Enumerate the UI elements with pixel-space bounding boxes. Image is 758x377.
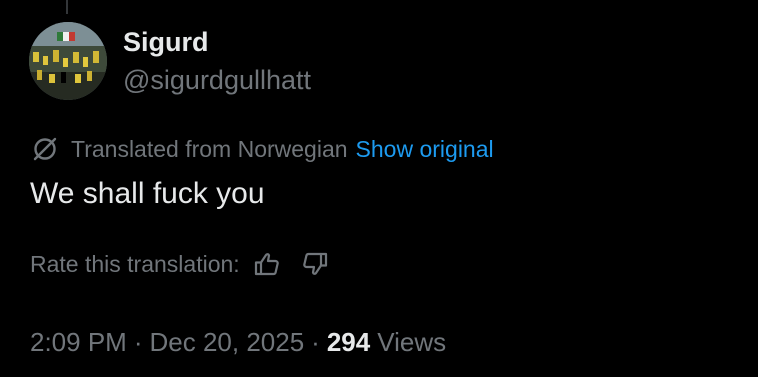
views-count: 294 <box>326 326 371 357</box>
tweet-time[interactable]: 2:09 PM <box>30 327 127 358</box>
thumbs-up-icon <box>254 253 279 276</box>
translation-notice: Translated from Norwegian Show original <box>31 134 494 164</box>
views-label: Views <box>377 326 447 357</box>
thumbs-down-icon <box>302 252 327 275</box>
translated-from-label: Translated from Norwegian <box>71 135 348 162</box>
thumbs-down-button[interactable] <box>300 249 330 279</box>
translate-icon <box>31 135 59 163</box>
tweet-date[interactable]: Dec 20, 2025 <box>150 327 305 358</box>
meta-separator: · <box>311 326 320 357</box>
meta-separator: · <box>133 326 143 357</box>
avatar[interactable] <box>29 22 107 100</box>
tweet-meta: 2:09 PM · Dec 20, 2025 · 294 Views <box>30 324 446 360</box>
thumbs-up-button[interactable] <box>252 249 282 279</box>
tweet-text: We shall fuck you <box>30 177 265 210</box>
thread-connector-line <box>66 0 68 14</box>
author-handle[interactable]: @sigurdgullhatt <box>123 64 311 96</box>
author-display-name[interactable]: Sigurd <box>123 26 209 58</box>
rate-translation: Rate this translation: <box>30 248 330 280</box>
rate-translation-label: Rate this translation: <box>30 250 240 277</box>
avatar-image <box>29 22 107 100</box>
show-original-link[interactable]: Show original <box>356 136 494 163</box>
